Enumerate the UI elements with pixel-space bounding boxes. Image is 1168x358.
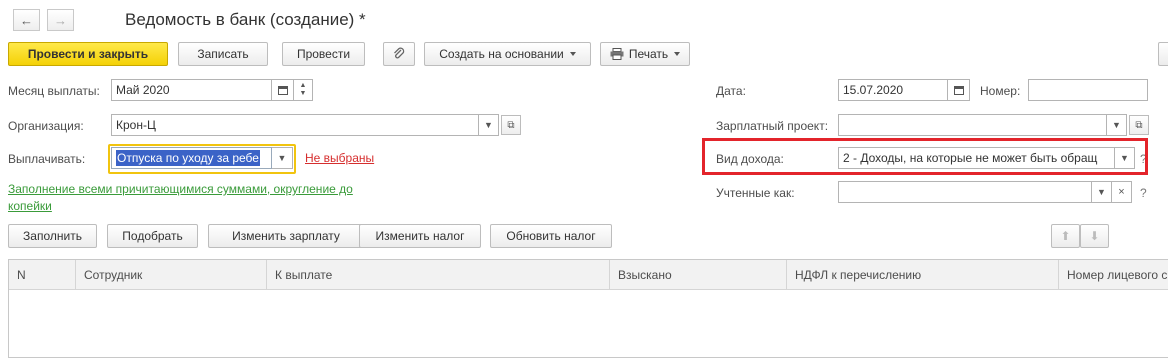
column-header-account-number[interactable]: Номер лицевого с [1059, 260, 1168, 290]
number-field[interactable] [1028, 79, 1148, 101]
accounted-as-dropdown-button[interactable]: ▼ [1092, 181, 1112, 203]
arrow-right-icon: → [54, 12, 67, 28]
open-window-icon: ⧉ [1135, 119, 1143, 131]
attach-button[interactable] [383, 42, 415, 66]
move-up-button[interactable]: ⬆ [1051, 224, 1080, 248]
accounted-as-field[interactable] [838, 181, 1092, 203]
accounted-as-clear-button[interactable]: × [1112, 181, 1132, 203]
update-tax-button[interactable]: Обновить налог [490, 224, 612, 248]
post-button[interactable]: Провести [282, 42, 365, 66]
column-header-n[interactable]: N [9, 260, 76, 290]
number-label: Номер: [980, 84, 1021, 98]
calendar-button[interactable] [272, 79, 294, 101]
salary-project-open-button[interactable]: ⧉ [1129, 115, 1149, 135]
calendar-icon [277, 86, 288, 95]
date-label: Дата: [716, 84, 746, 98]
pay-type-label: Выплачивать: [8, 152, 86, 166]
income-type-highlight-frame [702, 138, 1148, 175]
arrow-down-icon: ⬇ [1089, 229, 1100, 243]
column-header-ndfl[interactable]: НДФЛ к перечислению [787, 260, 1059, 290]
arrow-left-icon: ← [20, 12, 33, 28]
move-down-button[interactable]: ⬇ [1080, 224, 1109, 248]
close-icon: × [1118, 186, 1125, 198]
salary-project-dropdown-button[interactable]: ▼ [1107, 114, 1127, 136]
calendar-icon [953, 86, 964, 95]
chevron-down-icon: ▼ [484, 120, 493, 130]
arrow-up-icon: ⬆ [1060, 229, 1071, 243]
salary-project-label: Зарплатный проект: [716, 119, 829, 133]
more-actions-button[interactable] [1158, 42, 1168, 66]
employees-table[interactable]: N Сотрудник К выплате Взыскано НДФЛ к пе… [8, 259, 1168, 358]
paperclip-icon [394, 47, 405, 59]
forward-button[interactable]: → [47, 9, 74, 31]
fill-mode-link[interactable]: Заполнение всеми причитающимися суммами,… [8, 181, 393, 215]
print-label: Печать [628, 47, 669, 61]
column-header-collected[interactable]: Взыскано [610, 260, 787, 290]
back-button[interactable]: ← [13, 9, 40, 31]
printer-icon [610, 48, 624, 60]
change-salary-button[interactable]: Изменить зарплату [208, 224, 364, 248]
chevron-down-icon [674, 52, 681, 56]
pay-month-field[interactable]: Май 2020 [111, 79, 272, 101]
create-based-label: Создать на основании [439, 47, 564, 61]
pay-type-selected-text: Отпуска по уходу за ребе [116, 150, 260, 166]
chevron-down-icon: ▼ [277, 153, 287, 163]
organization-dropdown-button[interactable]: ▼ [479, 114, 499, 136]
not-selected-link[interactable]: Не выбраны [305, 151, 374, 165]
print-button[interactable]: Печать [600, 42, 690, 66]
column-header-employee[interactable]: Сотрудник [76, 260, 267, 290]
pay-type-field[interactable]: Отпуска по уходу за ребе [111, 147, 272, 169]
date-calendar-button[interactable] [948, 79, 970, 101]
salary-project-field[interactable] [838, 114, 1107, 136]
accounted-as-label: Учтенные как: [716, 186, 795, 200]
chevron-down-icon: ▼ [1112, 120, 1121, 130]
date-field[interactable]: 15.07.2020 [838, 79, 948, 101]
chevron-down-icon: ▼ [1097, 187, 1106, 197]
pick-button[interactable]: Подобрать [107, 224, 198, 248]
month-stepper[interactable]: ▲ ▼ [294, 79, 313, 101]
help-icon-2[interactable]: ? [1140, 186, 1147, 200]
column-header-to-pay[interactable]: К выплате [267, 260, 610, 290]
page-title: Ведомость в банк (создание) * [125, 10, 366, 29]
chevron-up-icon: ▲ [299, 82, 307, 89]
create-based-on-button[interactable]: Создать на основании [424, 42, 591, 66]
organization-open-button[interactable]: ⧉ [501, 115, 521, 135]
open-window-icon: ⧉ [507, 119, 515, 131]
organization-field[interactable]: Крон-Ц [111, 114, 479, 136]
table-header: N Сотрудник К выплате Взыскано НДФЛ к пе… [9, 260, 1168, 290]
organization-label: Организация: [8, 119, 84, 133]
write-button[interactable]: Записать [178, 42, 268, 66]
change-tax-button[interactable]: Изменить налог [359, 224, 481, 248]
chevron-down-icon [569, 52, 576, 56]
pay-month-label: Месяц выплаты: [8, 84, 100, 98]
chevron-down-icon: ▼ [299, 90, 307, 97]
pay-type-dropdown-button[interactable]: ▼ [272, 147, 293, 169]
post-and-close-button[interactable]: Провести и закрыть [8, 42, 168, 66]
fill-button[interactable]: Заполнить [8, 224, 97, 248]
